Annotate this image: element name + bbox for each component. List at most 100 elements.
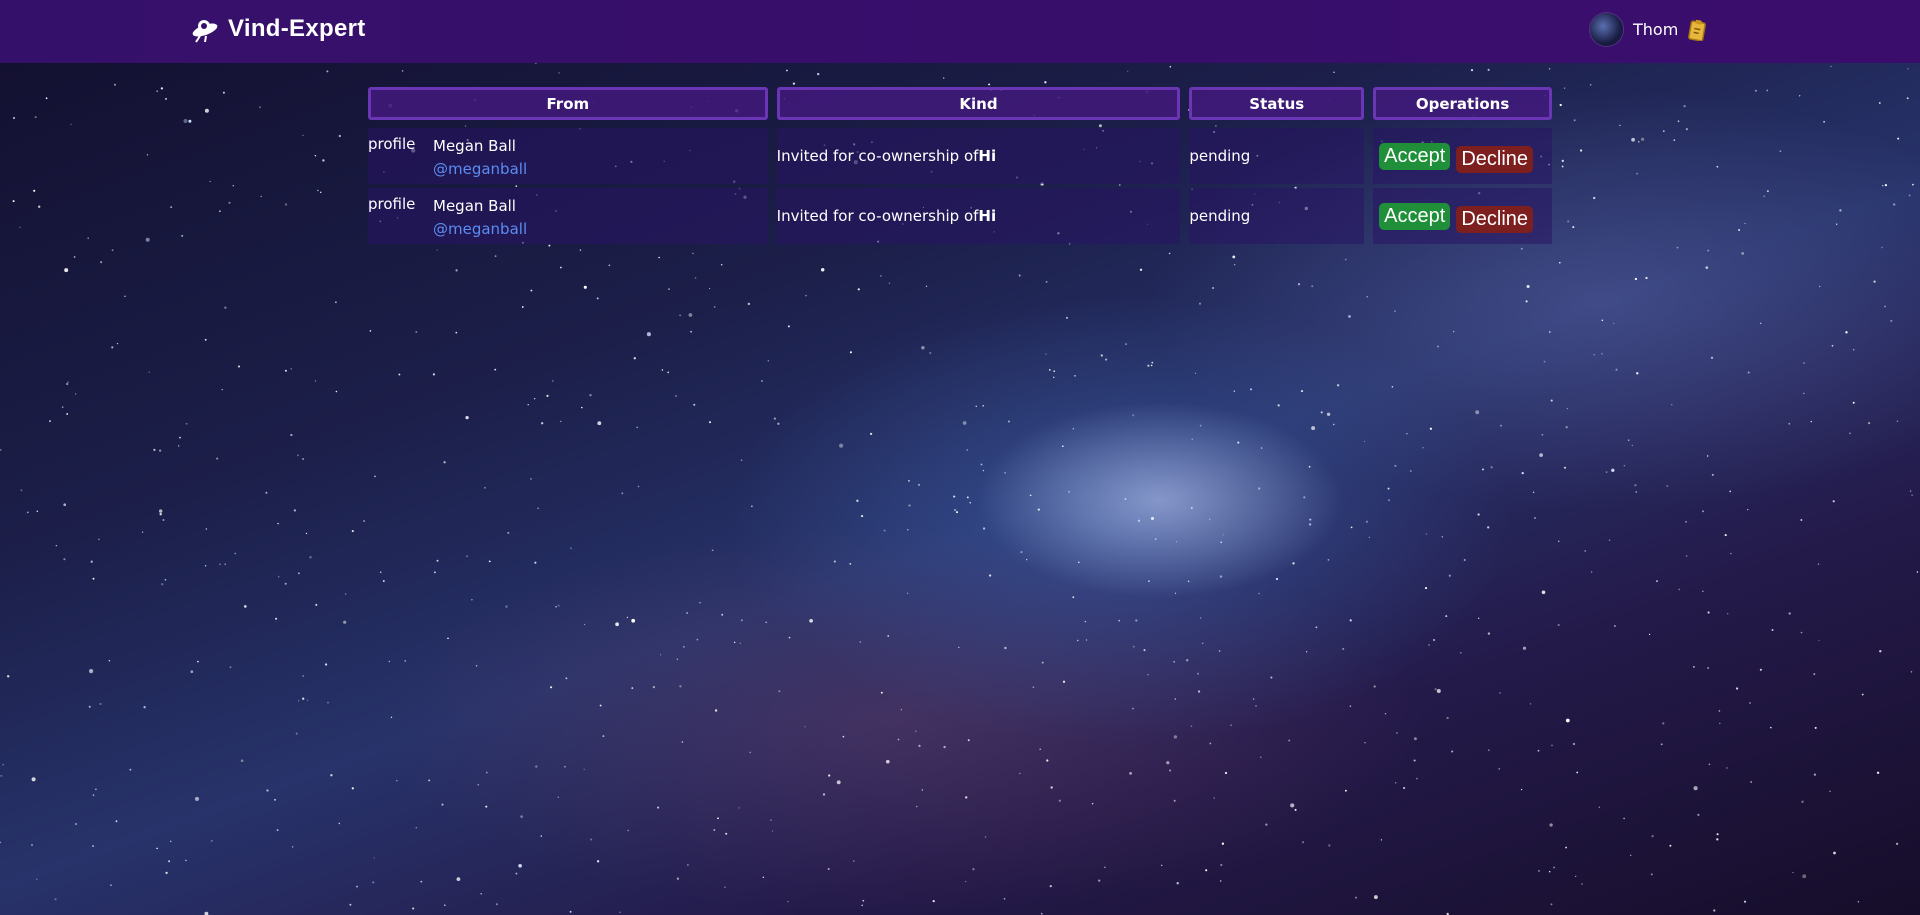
star bbox=[95, 788, 97, 791]
ufo-icon bbox=[192, 20, 218, 43]
star bbox=[1817, 563, 1820, 565]
star bbox=[1174, 592, 1177, 594]
star bbox=[1132, 645, 1135, 648]
profile-image-alt[interactable]: profile bbox=[368, 135, 433, 153]
star bbox=[861, 904, 864, 907]
star bbox=[485, 771, 488, 774]
star bbox=[908, 504, 911, 507]
star bbox=[1218, 650, 1221, 652]
star bbox=[615, 622, 619, 627]
star bbox=[1697, 813, 1700, 817]
star bbox=[1831, 344, 1834, 347]
star bbox=[224, 563, 226, 565]
clipboard-icon[interactable] bbox=[1688, 19, 1707, 41]
star bbox=[466, 555, 468, 558]
star bbox=[1349, 705, 1352, 707]
star bbox=[550, 686, 553, 689]
star bbox=[162, 518, 165, 522]
user-menu[interactable]: Thom bbox=[1590, 13, 1707, 46]
star bbox=[229, 666, 232, 669]
column-header-operations[interactable]: Operations bbox=[1373, 87, 1552, 120]
star bbox=[1315, 626, 1318, 629]
star bbox=[54, 898, 57, 901]
star bbox=[1521, 471, 1524, 475]
star bbox=[1441, 535, 1444, 538]
star bbox=[1766, 190, 1769, 193]
star bbox=[1716, 838, 1719, 841]
star bbox=[185, 422, 188, 425]
person-handle-link[interactable]: @meganball bbox=[433, 218, 527, 241]
star bbox=[1650, 873, 1653, 876]
star bbox=[1409, 469, 1412, 473]
star bbox=[1581, 883, 1583, 886]
star bbox=[1747, 508, 1749, 511]
star bbox=[1551, 744, 1553, 747]
star bbox=[369, 330, 372, 332]
star bbox=[1143, 649, 1146, 652]
star bbox=[1328, 844, 1331, 847]
star bbox=[1062, 445, 1064, 448]
star bbox=[581, 406, 583, 409]
column-header-status[interactable]: Status bbox=[1189, 87, 1365, 120]
star bbox=[966, 496, 969, 499]
star bbox=[1129, 772, 1132, 775]
star bbox=[1233, 390, 1236, 392]
avatar[interactable] bbox=[1590, 13, 1623, 46]
star bbox=[415, 330, 418, 333]
star bbox=[259, 106, 261, 108]
star bbox=[817, 72, 820, 76]
star bbox=[1175, 541, 1178, 543]
star bbox=[849, 351, 852, 354]
star bbox=[55, 544, 58, 547]
star bbox=[1350, 526, 1353, 529]
star bbox=[1292, 562, 1295, 565]
star bbox=[455, 331, 458, 334]
star bbox=[1593, 354, 1595, 356]
star bbox=[1584, 549, 1587, 552]
star bbox=[1710, 356, 1714, 359]
star bbox=[1221, 842, 1225, 845]
star bbox=[1779, 150, 1782, 153]
star bbox=[1046, 759, 1049, 762]
star bbox=[145, 237, 150, 242]
star bbox=[1800, 519, 1803, 521]
star bbox=[1909, 490, 1912, 492]
accept-button[interactable]: Accept bbox=[1379, 142, 1451, 170]
star bbox=[836, 780, 841, 785]
user-name[interactable]: Thom bbox=[1633, 20, 1678, 39]
star bbox=[1548, 331, 1551, 333]
star bbox=[1084, 620, 1087, 623]
star bbox=[87, 237, 90, 240]
star bbox=[1300, 390, 1304, 393]
star bbox=[221, 388, 223, 391]
decline-button[interactable]: Decline bbox=[1456, 145, 1534, 173]
brand[interactable]: Vind-Expert bbox=[190, 14, 366, 44]
star bbox=[1212, 287, 1215, 289]
person-handle-link[interactable]: @meganball bbox=[433, 158, 527, 181]
star bbox=[1147, 673, 1149, 676]
star bbox=[771, 830, 774, 832]
star bbox=[388, 660, 391, 663]
star bbox=[711, 549, 714, 552]
star bbox=[1565, 426, 1568, 429]
star bbox=[12, 200, 15, 203]
star bbox=[880, 275, 882, 277]
star bbox=[1735, 687, 1739, 690]
star bbox=[693, 403, 696, 406]
decline-button[interactable]: Decline bbox=[1456, 205, 1534, 233]
accept-button[interactable]: Accept bbox=[1379, 202, 1451, 230]
column-header-kind[interactable]: Kind bbox=[776, 87, 1181, 120]
column-header-from[interactable]: From bbox=[368, 87, 768, 120]
profile-image-alt[interactable]: profile bbox=[368, 195, 433, 213]
star bbox=[1416, 777, 1418, 780]
star bbox=[661, 369, 664, 371]
star bbox=[146, 154, 149, 156]
star bbox=[1763, 195, 1766, 198]
star bbox=[92, 845, 95, 848]
star bbox=[1613, 625, 1616, 627]
star bbox=[982, 469, 985, 472]
star bbox=[1436, 689, 1441, 693]
star bbox=[317, 189, 319, 192]
star bbox=[1364, 742, 1366, 744]
star bbox=[197, 660, 199, 663]
